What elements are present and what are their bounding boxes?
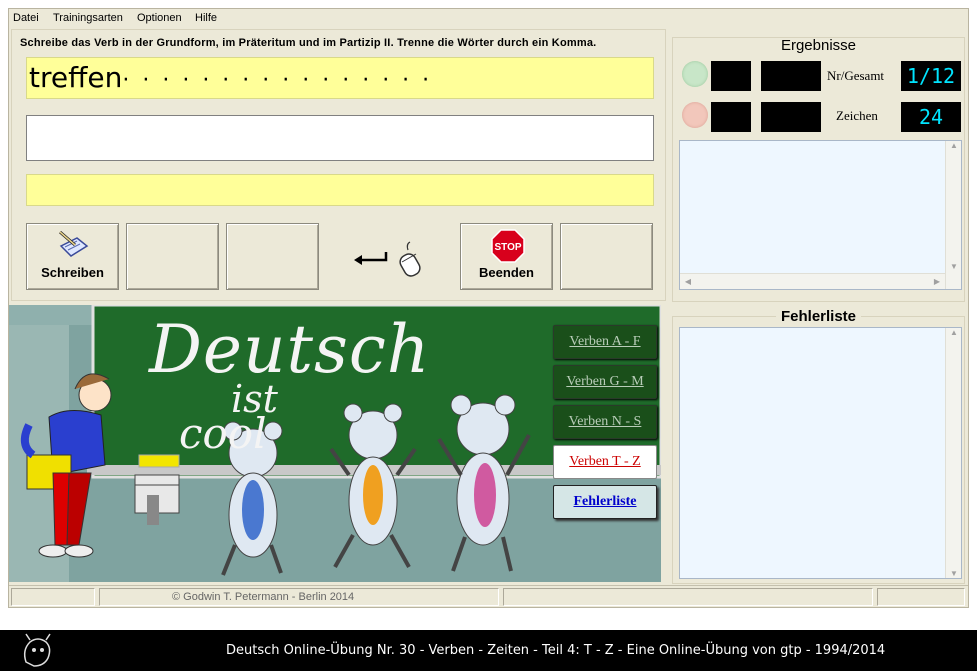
fehlerliste-title: Fehlerliste [673,308,964,325]
verb-word: treffen [29,61,123,94]
notepad-pencil-icon [59,230,89,257]
chalk-text-line1: Deutsch [149,311,431,388]
results-list[interactable]: ▲ ▼ ◀ ▶ [679,140,962,290]
scroll-down-icon[interactable]: ▼ [946,262,962,271]
scroll-up-icon[interactable]: ▲ [946,141,962,150]
toolbar-button-empty-1[interactable] [126,223,219,290]
verben-a-f-button[interactable]: Verben A - F [553,325,657,359]
correct-lamp-icon [682,61,708,87]
status-cell-4 [877,588,965,606]
page-footer: Deutsch Online-Übung Nr. 30 - Verben - Z… [0,630,977,671]
verben-n-s-button[interactable]: Verben N - S [553,405,657,439]
instruction-text: Schreibe das Verb in der Grundform, im P… [20,37,597,49]
scroll-up-icon[interactable]: ▲ [946,328,962,337]
status-copyright: © Godwin T. Petermann - Berlin 2014 [99,588,499,606]
menu-bar: Datei Trainingsarten Optionen Hilfe [9,9,968,29]
answer-input[interactable] [26,115,654,161]
scroll-right-icon[interactable]: ▶ [929,277,945,286]
results-panel: Ergebnisse Nr/Gesamt 1/12 Zeichen 24 ▲ ▼… [672,37,965,302]
wrong-text-box [761,102,821,132]
classroom-illustration: Deutsch ist cool Verben A - F Verben G -… [9,305,661,582]
footer-text: Deutsch Online-Übung Nr. 30 - Verben - Z… [226,643,886,658]
results-vertical-scrollbar[interactable]: ▲ ▼ [945,141,961,289]
verb-dots: · · · · · · · · · · · · · · · · [122,68,433,93]
nr-gesamt-counter: 1/12 [901,61,961,91]
gtp-logo-icon [23,633,51,667]
fehlerliste-list[interactable]: ▲ ▼ [679,327,962,579]
toolbar-button-empty-2[interactable] [226,223,319,290]
chalk-text-line3: cool [179,409,267,458]
results-horizontal-scrollbar[interactable]: ◀ ▶ [680,273,945,289]
verb-display: treffen· · · · · · · · · · · · · · · · [26,57,654,99]
stop-sign-text: STOP [494,242,521,253]
stop-sign-icon: STOP [491,229,525,263]
enter-mouse-hint-icon [354,241,421,277]
wrong-lamp-icon [682,102,708,128]
feedback-field [26,174,654,206]
beenden-label: Beenden [479,265,534,280]
scroll-left-icon[interactable]: ◀ [680,277,696,286]
schreiben-label: Schreiben [41,265,104,280]
zeichen-label: Zeichen [836,108,878,123]
menu-hilfe[interactable]: Hilfe [195,12,217,24]
fehlerliste-panel: Fehlerliste ▲ ▼ [672,308,965,584]
exercise-panel: Schreibe das Verb in der Grundform, im P… [11,29,666,301]
zeichen-counter: 24 [901,102,961,132]
menu-trainingsarten[interactable]: Trainingsarten [53,12,123,24]
correct-text-box [761,61,821,91]
correct-count-box [711,61,751,91]
status-bar: © Godwin T. Petermann - Berlin 2014 [9,585,968,607]
toolbar-button-empty-3[interactable] [560,223,653,290]
menu-optionen[interactable]: Optionen [137,12,182,24]
beenden-button[interactable]: STOP Beenden [460,223,553,290]
verben-t-z-button[interactable]: Verben T - Z [553,445,657,479]
menu-datei[interactable]: Datei [13,12,39,24]
fehlerliste-scrollbar[interactable]: ▲ ▼ [945,328,961,578]
verben-g-m-button[interactable]: Verben G - M [553,365,657,399]
results-title: Ergebnisse [780,37,857,54]
wrong-count-box [711,102,751,132]
status-cell-1 [11,588,95,606]
status-cell-3 [503,588,873,606]
app-window: Datei Trainingsarten Optionen Hilfe Schr… [8,8,969,608]
nr-gesamt-label: Nr/Gesamt [827,68,885,83]
schreiben-button[interactable]: Schreiben [26,223,119,290]
fehlerliste-button[interactable]: Fehlerliste [553,485,657,519]
scroll-down-icon[interactable]: ▼ [946,569,962,578]
